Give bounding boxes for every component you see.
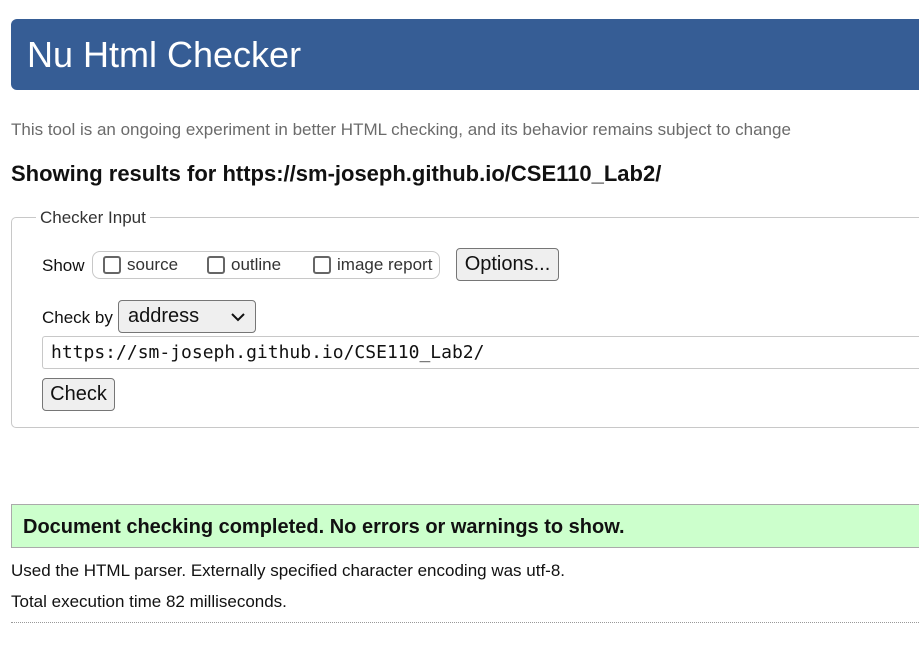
page-title: Nu Html Checker — [27, 34, 302, 75]
success-message-box: Document checking completed. No errors o… — [11, 504, 919, 548]
check-by-select[interactable]: address — [118, 300, 256, 333]
parser-info: Used the HTML parser. Externally specifi… — [11, 561, 566, 580]
show-options-group: source outline image report — [92, 251, 440, 279]
divider — [11, 622, 919, 623]
check-button[interactable]: Check — [42, 378, 115, 411]
checkbox-box[interactable] — [207, 256, 225, 274]
source-checkbox-label: source — [127, 255, 179, 274]
url-input[interactable]: https://sm-joseph.github.io/CSE110_Lab2/ — [42, 336, 919, 369]
check-by-selected-value: address — [128, 305, 200, 327]
image-report-checkbox[interactable]: image report — [313, 255, 432, 275]
page-header: Nu Html Checker — [11, 19, 919, 90]
outline-checkbox-label: outline — [231, 255, 282, 274]
checkbox-box[interactable] — [313, 256, 331, 274]
chevron-down-icon — [231, 301, 245, 332]
show-label: Show — [42, 256, 85, 275]
options-button[interactable]: Options... — [456, 248, 559, 281]
tagline: This tool is an ongoing experiment in be… — [11, 120, 791, 139]
results-heading: Showing results for https://sm-joseph.gi… — [11, 161, 662, 186]
image-report-checkbox-label: image report — [337, 255, 433, 274]
checker-input-fieldset: Checker Input Show source outline image … — [11, 208, 919, 428]
source-checkbox[interactable]: source — [103, 255, 178, 275]
check-by-label: Check by — [42, 308, 113, 327]
checker-input-legend: Checker Input — [36, 208, 150, 228]
success-message: Document checking completed. No errors o… — [23, 516, 625, 538]
execution-time: Total execution time 82 milliseconds. — [11, 592, 287, 611]
outline-checkbox[interactable]: outline — [207, 255, 281, 275]
checkbox-box[interactable] — [103, 256, 121, 274]
